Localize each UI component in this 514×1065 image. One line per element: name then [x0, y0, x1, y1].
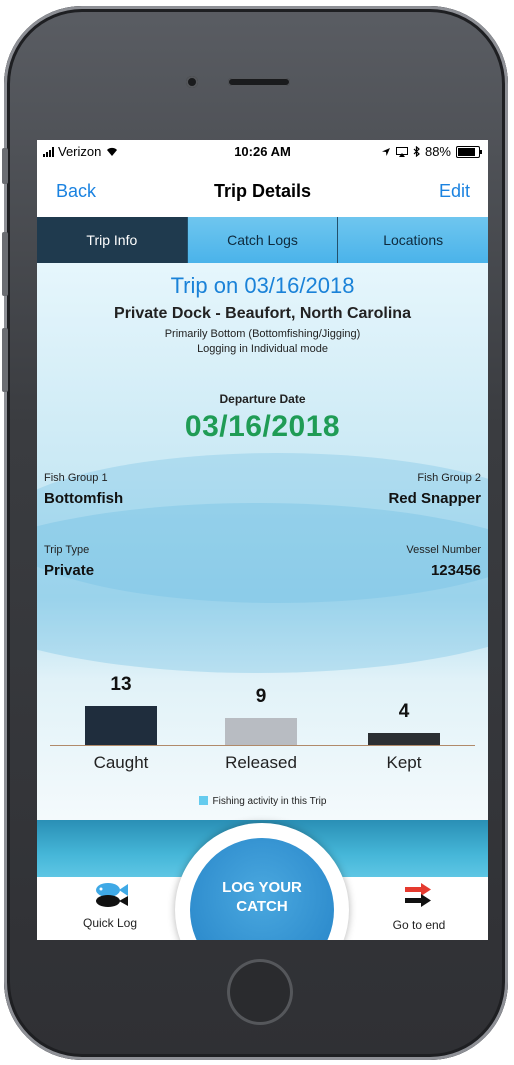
bluetooth-icon [413, 146, 420, 157]
battery-percent: 88% [424, 144, 451, 159]
fish-group-2-label: Fish Group 2 [417, 472, 481, 484]
go-to-end-label: Go to end [392, 918, 446, 932]
fish-icon [96, 883, 128, 907]
trip-location: Private Dock - Beaufort, North Carolina [114, 305, 411, 322]
app-screen: Verizon 10:26 AM 88% Back Trip Details E… [37, 140, 488, 940]
quick-log-label: Quick Log [82, 916, 138, 930]
log-catch-line-1: LOG YOUR [222, 879, 302, 896]
tab-locations[interactable]: Locations [337, 217, 488, 263]
arrow-right-icon [405, 883, 431, 907]
segment-tabs: Trip Info Catch Logs Locations [37, 217, 488, 263]
trip-type-label: Trip Type [44, 544, 90, 556]
front-camera [186, 76, 198, 88]
edit-button[interactable]: Edit [439, 181, 470, 202]
earpiece-speaker [228, 78, 290, 86]
screen-mirror-icon [395, 146, 408, 157]
legend-label: Fishing activity in this Trip [212, 796, 327, 807]
logging-mode: Logging in Individual mode [197, 343, 328, 355]
tab-catch-logs[interactable]: Catch Logs [186, 217, 338, 263]
home-button[interactable] [227, 959, 293, 1025]
page-title: Trip Details [213, 181, 312, 201]
volume-down-button [2, 328, 8, 392]
vessel-number-label: Vessel Number [406, 544, 481, 556]
location-arrow-icon [381, 147, 390, 156]
log-catch-line-2: CATCH [236, 898, 288, 915]
go-to-end-button[interactable]: Go to end [364, 877, 474, 932]
trip-title: Trip on 03/16/2018 [170, 273, 355, 298]
tab-trip-info[interactable]: Trip Info [37, 217, 187, 263]
trip-info-panel: Trip on 03/16/2018 Private Dock - Beaufo… [37, 263, 488, 820]
vessel-number-value: 123456 [430, 562, 481, 579]
quick-log-button[interactable]: Quick Log [55, 877, 165, 930]
fish-group-2-value: Red Snapper [388, 490, 481, 507]
departure-label: Departure Date [219, 392, 306, 406]
fish-group-1-label: Fish Group 1 [44, 472, 108, 484]
trip-type-value: Private [44, 562, 95, 579]
volume-up-button [2, 232, 8, 296]
background-wave [37, 503, 488, 673]
legend-swatch [198, 796, 208, 805]
fishing-method: Primarily Bottom (Bottomfishing/Jigging) [164, 328, 361, 340]
navigation-bar: Back Trip Details Edit [37, 164, 488, 216]
chart-legend: Fishing activity in this Trip [37, 796, 488, 807]
battery-icon [456, 145, 482, 158]
status-bar: Verizon 10:26 AM 88% [37, 140, 488, 164]
fish-group-1-value: Bottomfish [44, 490, 124, 507]
mute-switch [2, 148, 8, 184]
departure-date: 03/16/2018 [184, 410, 341, 443]
